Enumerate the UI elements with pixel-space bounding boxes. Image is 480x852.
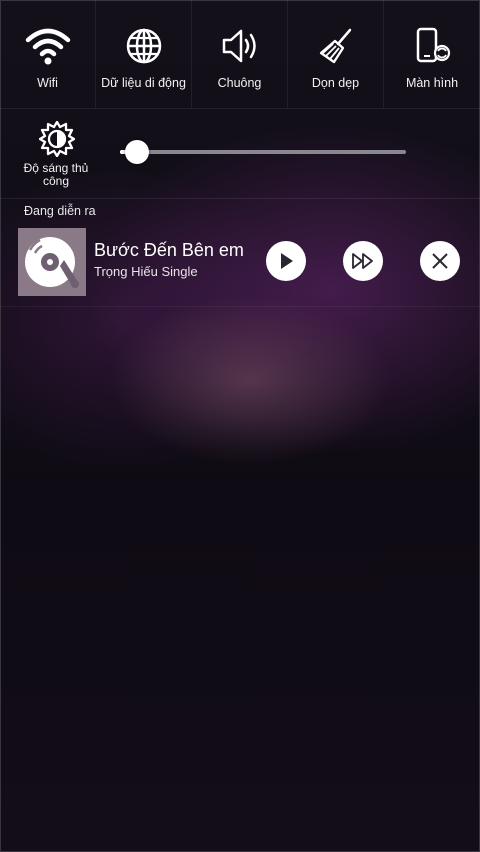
cleanup-toggle[interactable]: Dọn dẹp	[288, 0, 384, 108]
brightness-slider-thumb[interactable]	[125, 140, 150, 164]
cleanup-label: Dọn dẹp	[311, 76, 360, 90]
wifi-toggle[interactable]: Wifi	[0, 0, 96, 108]
fast-forward-icon	[352, 253, 373, 269]
wifi-icon	[25, 24, 71, 68]
brightness-row: Độ sáng thủ công	[0, 108, 480, 198]
divider	[0, 198, 480, 199]
album-art[interactable]	[18, 228, 86, 296]
ringer-label: Chuông	[217, 76, 262, 90]
song-title: Bước Đến Bên em	[94, 240, 244, 260]
ringer-toggle[interactable]: Chuông	[192, 0, 288, 108]
screen-rotate-icon	[409, 24, 455, 68]
now-playing-section-label: Đang diễn ra	[24, 204, 96, 218]
speaker-icon	[217, 24, 263, 68]
brightness-icon[interactable]	[38, 120, 76, 158]
play-icon	[281, 253, 293, 269]
vinyl-disc-icon	[25, 237, 79, 288]
mobile-data-label: Dữ liệu di động	[101, 76, 186, 90]
brightness-label: Độ sáng thủ công	[23, 161, 89, 188]
screen-toggle[interactable]: Màn hình	[384, 0, 480, 108]
brightness-slider[interactable]	[120, 140, 406, 164]
media-player: Bước Đến Bên em Trọng Hiếu Single	[0, 224, 480, 304]
globe-icon	[121, 24, 167, 68]
broom-icon	[313, 24, 359, 68]
divider	[0, 306, 480, 307]
quick-settings-toggles: Wifi Dữ liệu di động Chuông Dọn dẹp Màn …	[0, 0, 480, 108]
wifi-label: Wifi	[37, 76, 58, 90]
play-button[interactable]	[266, 241, 306, 281]
close-button[interactable]	[420, 241, 460, 281]
close-icon	[432, 253, 448, 269]
screen-label: Màn hình	[405, 76, 459, 90]
next-button[interactable]	[343, 241, 383, 281]
mobile-data-toggle[interactable]: Dữ liệu di động	[96, 0, 192, 108]
song-artist: Trọng Hiếu Single	[94, 264, 198, 279]
